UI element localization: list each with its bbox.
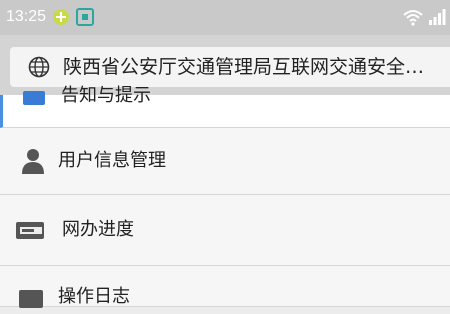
log-icon	[19, 290, 43, 308]
progress-card-icon	[16, 222, 44, 239]
menu-item-user-info[interactable]: 用户信息管理	[0, 128, 450, 195]
status-time: 13:25	[6, 8, 47, 25]
menu-item-label: 网办进度	[62, 219, 134, 240]
screenshot-icon	[76, 8, 94, 26]
globe-icon	[28, 56, 50, 78]
menu-item-label: 用户信息管理	[58, 150, 166, 171]
menu-item-notice[interactable]: 告知与提示	[0, 85, 450, 128]
menu-item-log[interactable]: 操作日志	[0, 266, 450, 308]
menu-item-label: 操作日志	[58, 286, 130, 307]
person-icon	[22, 149, 44, 174]
menu-item-progress[interactable]: 网办进度	[0, 195, 450, 266]
battery-saver-icon	[53, 9, 69, 25]
wifi-icon	[403, 10, 423, 26]
address-bar[interactable]: 陕西省公安厅交通管理局互联网交通安全…	[10, 47, 450, 87]
status-bar: 13:25	[0, 0, 450, 35]
notice-icon	[23, 91, 45, 105]
url-text[interactable]: 陕西省公安厅交通管理局互联网交通安全…	[63, 56, 443, 78]
signal-icon	[429, 9, 446, 25]
menu-item-label: 告知与提示	[61, 85, 151, 106]
